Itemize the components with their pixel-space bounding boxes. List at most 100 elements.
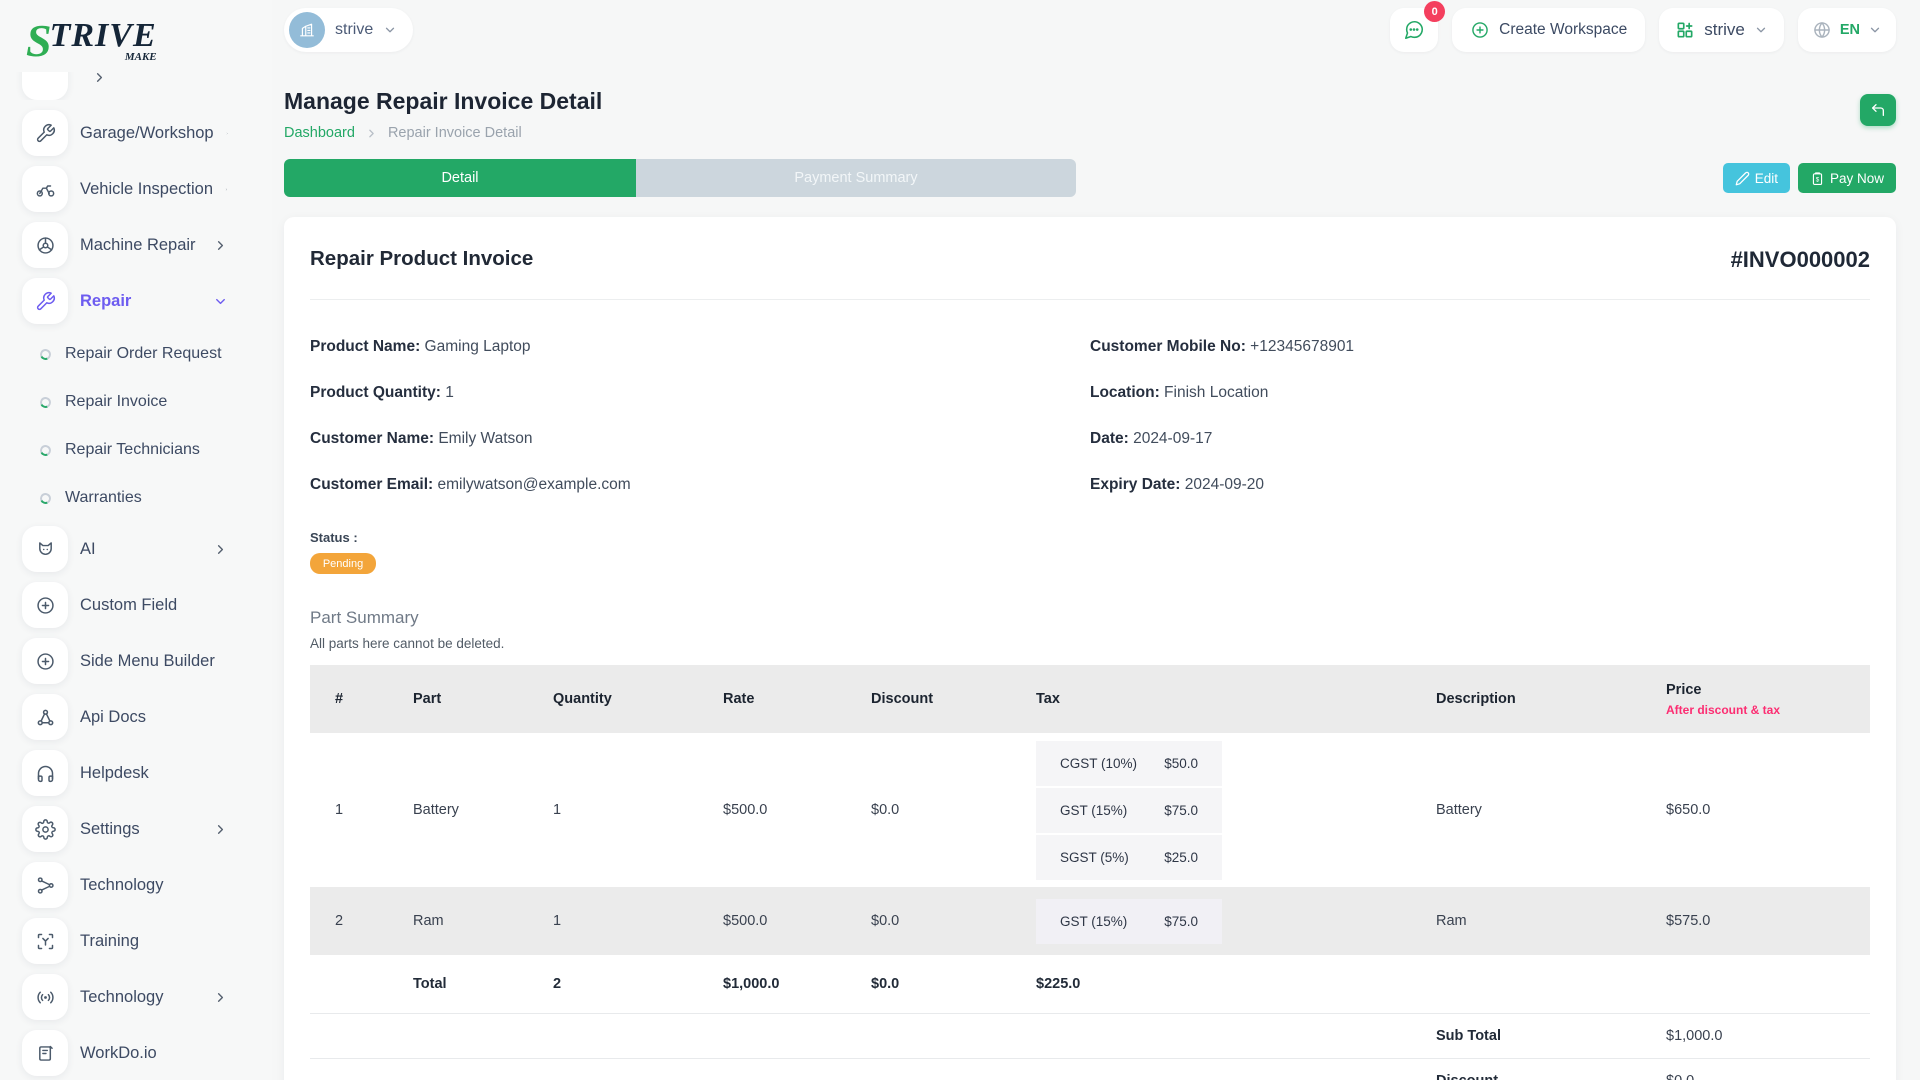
sidebar-item-repair-technicians[interactable]: Repair Technicians: [0, 430, 272, 470]
sidebar-item-workdo-io[interactable]: WorkDo.io: [0, 1030, 272, 1076]
corner-up-left-icon: [1870, 102, 1886, 118]
tax-chip: SGST (5%) $25.0: [1036, 835, 1222, 880]
donut-icon: [38, 347, 52, 361]
grid-plus-icon: [1675, 20, 1695, 40]
table-row: 2 Ram 1 $500.0 $0.0 GST (15%) $75.0 Ram: [310, 887, 1870, 955]
field-date: Date: 2024-09-17: [1090, 430, 1870, 448]
create-workspace-button[interactable]: Create Workspace: [1452, 8, 1645, 52]
tabs-row: Detail Payment Summary Edit $ Pay Now: [284, 159, 1896, 197]
chevron-right-icon: [226, 126, 228, 141]
language-code: EN: [1840, 22, 1860, 38]
col-header-discount: Discount: [855, 691, 1020, 707]
sidebar-item-technology-2[interactable]: Technology: [0, 974, 272, 1020]
sidebar-item-warranties[interactable]: Warranties: [0, 478, 272, 518]
brand-logo-tagline: MAKE: [125, 51, 157, 63]
col-header-part: Part: [397, 691, 537, 707]
field-customer-name: Customer Name: Emily Watson: [310, 430, 1090, 448]
wrench-icon: [22, 278, 68, 324]
field-customer-mobile: Customer Mobile No: +12345678901: [1090, 338, 1870, 356]
sidebar-item-repair-invoice[interactable]: Repair Invoice: [0, 382, 272, 422]
sidebar-item-machine-repair[interactable]: Machine Repair: [0, 222, 272, 268]
part-summary-note: All parts here cannot be deleted.: [310, 636, 1870, 651]
chevron-down-icon: [383, 23, 397, 37]
plus-circle-icon: [22, 582, 68, 628]
invoice-fields: Product Name: Gaming Laptop Product Quan…: [310, 310, 1870, 494]
tab-detail[interactable]: Detail: [284, 159, 636, 197]
workspace-name: strive: [335, 21, 373, 39]
pay-now-button[interactable]: $ Pay Now: [1798, 163, 1896, 193]
plus-circle-icon: [22, 638, 68, 684]
hub-branch-icon: [22, 862, 68, 908]
messenger-button[interactable]: 0: [1390, 8, 1438, 52]
field-customer-email: Customer Email: emilywatson@example.com: [310, 476, 1090, 494]
gear-icon: [22, 806, 68, 852]
sidebar-item-api-docs[interactable]: Api Docs: [0, 694, 272, 740]
sidebar-item-garage-workshop[interactable]: Garage/Workshop: [0, 110, 272, 156]
chevron-down-icon: [1754, 23, 1768, 37]
edit-button[interactable]: Edit: [1723, 163, 1790, 193]
table-row: 1 Battery 1 $500.0 $0.0 CGST (10%) $50.0…: [310, 733, 1870, 887]
col-header-price: Price After discount & tax: [1650, 682, 1870, 717]
org-selector[interactable]: strive: [1659, 8, 1784, 52]
donut-icon: [38, 395, 52, 409]
ai-beast-icon: [22, 526, 68, 572]
tax-chip: GST (15%) $75.0: [1036, 788, 1222, 833]
sidebar-item-partial[interactable]: [0, 72, 151, 100]
tab-actions: Edit $ Pay Now: [1723, 163, 1896, 193]
sidebar-item-technology[interactable]: Technology: [0, 862, 272, 908]
field-location: Location: Finish Location: [1090, 384, 1870, 402]
page-title: Manage Repair Invoice Detail: [284, 88, 602, 115]
sidebar-item-side-menu-builder[interactable]: Side Menu Builder: [0, 638, 272, 684]
sidebar-item-custom-field[interactable]: Custom Field: [0, 582, 272, 628]
col-header-quantity: Quantity: [537, 691, 707, 707]
invoice-number: #INVO000002: [1731, 247, 1870, 273]
chevron-down-icon: [213, 294, 228, 309]
col-header-description: Description: [1420, 691, 1650, 707]
back-button[interactable]: [1860, 94, 1896, 126]
chevron-right-icon: [213, 990, 228, 1005]
sidebar-item-helpdesk[interactable]: Helpdesk: [0, 750, 272, 796]
workspace-avatar: [289, 12, 325, 48]
topbar-right: 0 Create Workspace strive EN: [1390, 8, 1896, 52]
tax-chip: CGST (10%) $50.0: [1036, 741, 1222, 786]
language-selector[interactable]: EN: [1798, 8, 1896, 52]
scan-target-icon: [22, 918, 68, 964]
plus-circle-icon: [1470, 20, 1490, 40]
chevron-right-icon: [92, 72, 107, 85]
parts-table: # Part Quantity Rate Discount Tax Descri…: [310, 665, 1870, 1080]
parts-table-header: # Part Quantity Rate Discount Tax Descri…: [310, 665, 1870, 733]
chevron-right-icon: [213, 542, 228, 557]
donut-icon: [38, 443, 52, 457]
field-expiry-date: Expiry Date: 2024-09-20: [1090, 476, 1870, 494]
price-subnote: After discount & tax: [1666, 703, 1870, 717]
sidebar-item-repair-order-request[interactable]: Repair Order Request: [0, 334, 272, 374]
sidebar-item-vehicle-inspection[interactable]: Vehicle Inspection: [0, 166, 272, 212]
sidebar-item-settings[interactable]: Settings: [0, 806, 272, 852]
sidebar-item-partial-clip: [0, 72, 272, 100]
wheel-icon: [22, 222, 68, 268]
sidebar-item-training[interactable]: Training: [0, 918, 272, 964]
svg-text:$: $: [1816, 176, 1820, 183]
invoice-card: Repair Product Invoice #INVO000002 Produ…: [284, 217, 1896, 1080]
sidebar-item-ai[interactable]: AI: [0, 526, 272, 572]
breadcrumb-current: Repair Invoice Detail: [388, 125, 522, 141]
status-section: Status : Pending: [310, 530, 1870, 574]
breadcrumb: Dashboard Repair Invoice Detail: [284, 125, 602, 141]
topbar: strive 0 Create Workspace strive: [284, 0, 1896, 52]
broadcast-icon: [22, 974, 68, 1020]
divider: [310, 299, 1870, 300]
partial-icon: [22, 72, 68, 100]
workspace-selector[interactable]: strive: [284, 8, 413, 52]
brand-logo[interactable]: S TRIVE MAKE: [0, 0, 272, 72]
wrench-icon: [22, 110, 68, 156]
tab-payment-summary[interactable]: Payment Summary: [636, 159, 1076, 197]
chat-bubble-icon: [1403, 19, 1425, 41]
breadcrumb-dashboard-link[interactable]: Dashboard: [284, 125, 355, 141]
chevron-right-icon: [213, 238, 228, 253]
invoice-card-head: Repair Product Invoice #INVO000002: [310, 247, 1870, 273]
invoice-card-title: Repair Product Invoice: [310, 247, 533, 271]
chevron-right-icon: [213, 822, 228, 837]
sidebar-item-repair[interactable]: Repair: [0, 278, 272, 324]
donut-icon: [38, 491, 52, 505]
col-header-num: #: [310, 691, 397, 707]
